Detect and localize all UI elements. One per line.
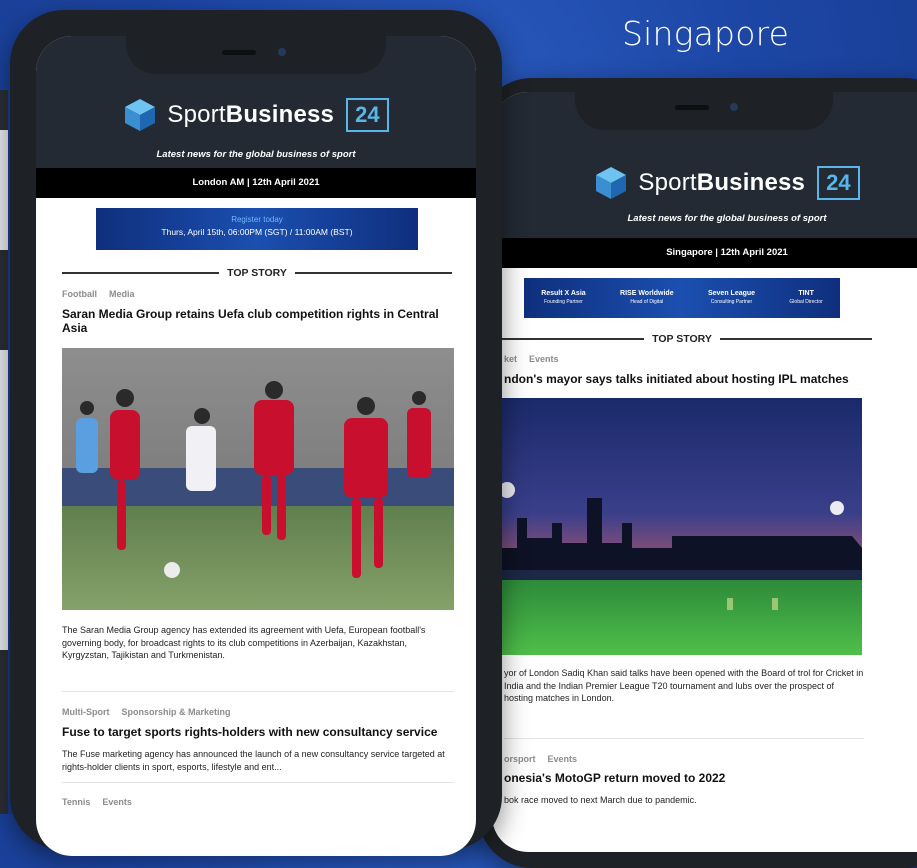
divider [62,691,454,692]
banner-cta[interactable]: Register today [96,215,418,224]
story-headline[interactable]: onesia's MotoGP return moved to 2022 [504,771,864,785]
back-phone: SportBusiness 24 Latest news for the glo… [478,78,917,868]
story-tags: Tennis Events [62,797,144,807]
story-summary: bok race moved to next March due to pand… [504,795,697,805]
story-summary: The Fuse marketing agency has announced … [62,749,445,772]
banner-person: TINT Global Director [789,290,823,305]
tag[interactable]: Multi-Sport [62,707,110,717]
brand-name: SportBusiness [638,169,806,196]
cube-logo-icon [125,99,156,131]
dateline: Singapore | 12th April 2021 [492,238,917,268]
event-banner[interactable]: Result X Asia Founding Partner RISE World… [524,278,840,318]
divider [504,738,864,739]
section-title: TOP STORY [652,333,712,345]
story-headline[interactable]: Saran Media Group retains Uefa club comp… [62,307,454,335]
section-divider: TOP STORY [62,267,452,279]
camera [278,48,286,56]
front-phone: SportBusiness 24 Latest news for the glo… [10,10,502,856]
speaker [222,50,256,55]
story-headline[interactable]: ndon's mayor says talks initiated about … [504,372,874,386]
brand-badge: 24 [817,166,860,200]
tag[interactable]: Sponsorship & Marketing [122,707,231,717]
story-tags: orsport Events [504,754,589,764]
story-tags: Multi-Sport Sponsorship & Marketing [62,707,243,717]
tag[interactable]: ket [504,354,517,364]
banner-person: RISE Worldwide Head of Digital [620,290,674,305]
cube-logo-icon [596,167,627,199]
banner-date: Thurs, April 15th, 06:00PM (SGT) / 11:00… [161,227,353,237]
tagline: Latest news for the global business of s… [627,213,827,224]
story-tags: Football Media [62,289,147,299]
tag[interactable]: Media [109,289,135,299]
football-match-image [62,348,454,610]
story-tags: ket Events [504,354,571,364]
story-summary: yor of London Sadiq Khan said talks have… [504,668,864,703]
event-banner[interactable]: Register today Thurs, April 15th, 06:00P… [96,208,418,250]
partial-device-edge [0,90,8,814]
dateline: London AM | 12th April 2021 [36,168,476,198]
tag[interactable]: Events [548,754,578,764]
brand-name: SportBusiness [167,101,335,128]
tag[interactable]: Football [62,289,97,299]
section-divider: TOP STORY [492,333,872,345]
cricket-stadium-image [492,398,862,655]
banner-person: Result X Asia Founding Partner [541,290,586,305]
tag[interactable]: Events [529,354,559,364]
notch [575,92,833,130]
tag[interactable]: Tennis [62,797,90,807]
brand-logo: SportBusiness 24 [492,166,917,200]
story-headline[interactable]: Fuse to target sports rights-holders wit… [62,725,454,739]
banner-person: Seven League Consulting Partner [707,290,756,305]
region-label: Singapore [622,14,790,53]
divider [62,782,454,783]
story-summary: The Saran Media Group agency has extende… [62,625,426,660]
brand-logo: SportBusiness 24 [36,98,476,132]
speaker [675,105,709,110]
brand-badge: 24 [346,98,389,132]
front-phone-screen: SportBusiness 24 Latest news for the glo… [36,36,476,856]
tagline: Latest news for the global business of s… [156,149,356,160]
back-phone-screen: SportBusiness 24 Latest news for the glo… [492,92,917,852]
tag[interactable]: orsport [504,754,536,764]
section-title: TOP STORY [227,267,287,279]
tag[interactable]: Events [102,797,132,807]
camera [730,103,738,111]
notch [126,36,386,74]
